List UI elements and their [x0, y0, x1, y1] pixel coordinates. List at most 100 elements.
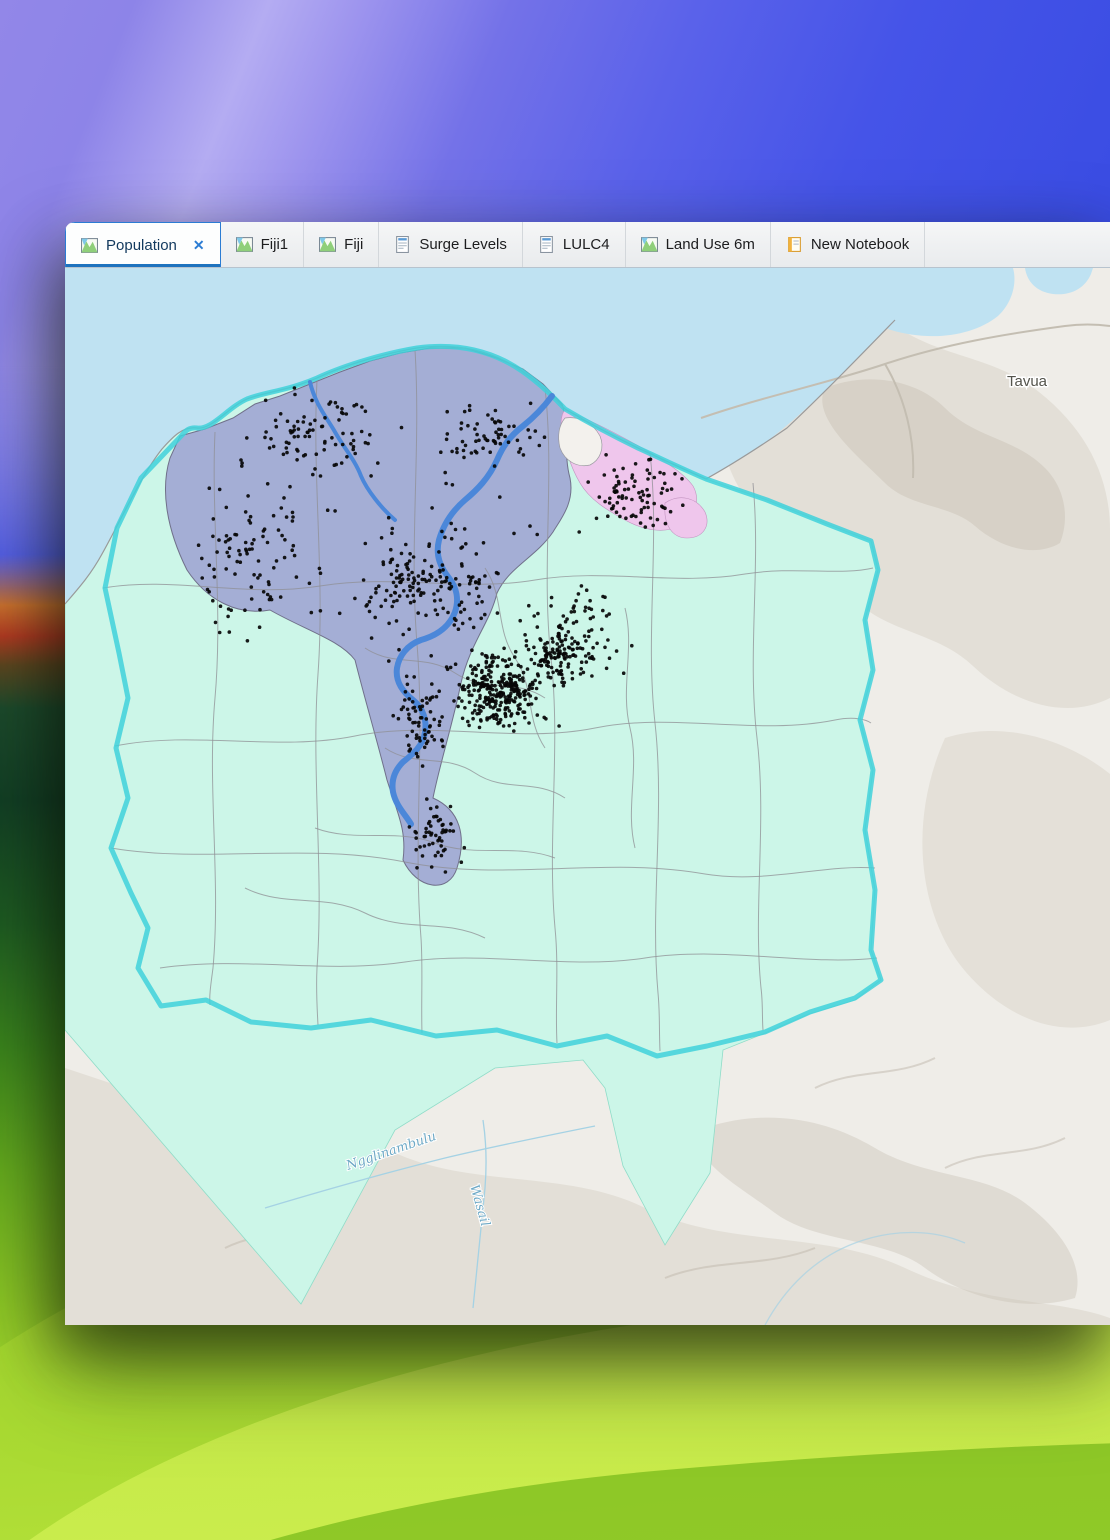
population-dot: [565, 617, 569, 621]
population-dot: [505, 664, 509, 668]
population-dot: [580, 660, 584, 664]
population-dot: [485, 703, 489, 707]
population-dot: [606, 514, 610, 518]
population-dot: [280, 506, 284, 510]
tab-land-use-6m[interactable]: Land Use 6m: [626, 222, 771, 267]
population-dot: [461, 545, 465, 549]
population-dot: [308, 435, 312, 439]
population-dot: [433, 599, 437, 603]
population-dot: [483, 678, 487, 682]
population-dot: [425, 701, 429, 705]
population-dot: [518, 694, 522, 698]
population-dot: [292, 544, 296, 548]
tab-population[interactable]: Population✕: [65, 222, 221, 267]
population-dot: [430, 832, 434, 836]
view-tab-bar: Population✕ Fiji1 FijiSurge LevelsLULC4Lan…: [65, 222, 1110, 268]
population-dot: [246, 639, 250, 643]
population-dot: [423, 559, 427, 563]
population-dot: [362, 578, 366, 582]
population-dot: [514, 696, 518, 700]
population-dot: [364, 410, 368, 414]
population-dot: [411, 690, 415, 694]
population-dot: [499, 718, 503, 722]
population-dot: [418, 845, 422, 849]
population-dot: [435, 815, 439, 819]
population-dot: [639, 496, 643, 500]
population-dot: [313, 467, 317, 471]
population-dot: [474, 674, 478, 678]
population-dot: [649, 516, 653, 520]
population-dot: [407, 716, 411, 720]
population-dot: [353, 597, 357, 601]
population-dot: [563, 681, 567, 685]
population-dot: [208, 486, 212, 490]
map-view[interactable]: TavuaNgglinambuluWasail: [65, 268, 1110, 1325]
population-dot: [516, 439, 520, 443]
population-dot: [293, 386, 297, 390]
population-dot: [585, 660, 589, 664]
population-dot: [464, 444, 468, 448]
population-dot: [463, 846, 467, 850]
population-dot: [434, 608, 438, 612]
population-dot: [418, 739, 422, 743]
map-canvas[interactable]: TavuaNgglinambuluWasail: [65, 268, 1110, 1325]
population-dot: [420, 716, 424, 720]
population-dot: [291, 515, 295, 519]
population-dot: [646, 506, 650, 510]
population-dot: [490, 417, 494, 421]
population-dot: [621, 467, 625, 471]
population-dot: [514, 682, 518, 686]
population-dot: [526, 703, 530, 707]
population-dot: [574, 599, 578, 603]
population-dot: [450, 537, 454, 541]
tab-fiji1[interactable]: Fiji1: [221, 222, 305, 267]
population-dot: [640, 490, 644, 494]
population-dot: [490, 680, 494, 684]
population-dot: [446, 432, 450, 436]
population-dot: [499, 691, 503, 695]
population-dot: [244, 541, 248, 545]
population-dot: [215, 550, 219, 554]
population-dot: [336, 405, 340, 409]
population-dot: [473, 427, 477, 431]
population-dot: [536, 625, 540, 629]
population-dot: [487, 696, 491, 700]
population-dot: [617, 482, 621, 486]
population-dot: [664, 522, 668, 526]
tab-label: Fiji1: [261, 236, 289, 253]
population-dot: [389, 561, 393, 565]
population-dot: [521, 679, 525, 683]
population-dot: [556, 634, 560, 638]
population-dot: [479, 617, 483, 621]
population-dot: [436, 851, 440, 855]
tab-surge-levels[interactable]: Surge Levels: [379, 222, 523, 267]
population-dot: [449, 822, 453, 826]
population-dot: [237, 549, 241, 553]
population-dot: [493, 420, 497, 424]
close-icon[interactable]: ✕: [193, 237, 205, 254]
population-dot: [523, 633, 527, 637]
place-label: Tavua: [1007, 373, 1048, 390]
population-dot: [642, 493, 646, 497]
population-dot: [430, 506, 434, 510]
population-dot: [550, 666, 554, 670]
population-dot: [561, 643, 565, 647]
population-dot: [458, 603, 462, 607]
population-dot: [369, 596, 373, 600]
tab-lulc4[interactable]: LULC4: [523, 222, 626, 267]
population-dot: [415, 866, 419, 870]
tab-fiji[interactable]: Fiji: [304, 222, 379, 267]
population-dot: [522, 671, 526, 675]
population-dot: [512, 729, 516, 733]
population-dot: [586, 480, 590, 484]
population-dot: [551, 647, 555, 651]
population-dot: [480, 600, 484, 604]
population-dot: [615, 475, 619, 479]
population-dot: [475, 587, 479, 591]
population-dot: [494, 699, 498, 703]
population-dot: [406, 708, 410, 712]
population-dot: [247, 519, 251, 523]
population-dot: [326, 508, 330, 512]
tab-new-notebook[interactable]: New Notebook: [771, 222, 925, 267]
population-dot: [580, 584, 584, 588]
